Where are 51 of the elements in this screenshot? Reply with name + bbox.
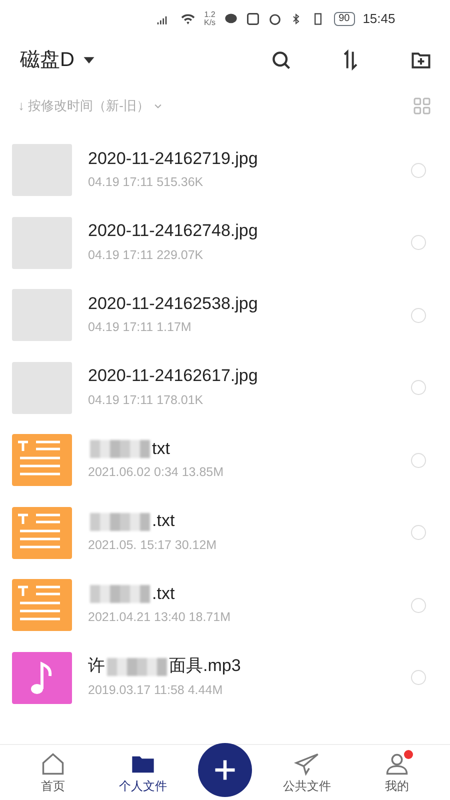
file-details: 04.19 17:11 1.17M: [88, 319, 192, 336]
file-details: 04.19 17:11 515.36K: [88, 174, 204, 192]
text-file-icon: [12, 579, 72, 632]
search-icon[interactable]: [270, 49, 292, 71]
nav-tab[interactable]: 公共文件: [272, 750, 342, 794]
file-name[interactable]: .txt: [88, 584, 395, 604]
speed-unit: K/s: [204, 19, 216, 27]
select-radio[interactable]: [411, 598, 426, 613]
file-name[interactable]: 2020-11-24162748.jpg: [88, 221, 395, 242]
file-details: 04.19 17:11 178.01K: [88, 392, 204, 409]
file-name[interactable]: 许 面具.mp3: [88, 656, 395, 677]
file-details: 2021.04.21 13:40 18.71M: [88, 609, 232, 626]
alarm-icon: [268, 12, 282, 26]
select-radio[interactable]: [411, 525, 426, 540]
select-radio[interactable]: [411, 670, 426, 686]
clock: 15:45: [362, 10, 396, 28]
file-details: 04.19 17:11 229.07K: [88, 246, 204, 264]
select-radio[interactable]: [411, 380, 426, 396]
paper-plane-icon: [294, 750, 320, 776]
nav-tab[interactable]: 个人文件: [108, 750, 178, 794]
text-file-icon: [12, 506, 72, 559]
select-radio[interactable]: [411, 308, 426, 323]
wifi-icon: [180, 11, 196, 27]
file-name[interactable]: 2020-11-24162538.jpg: [88, 294, 395, 314]
chat-icon: [224, 12, 238, 26]
home-icon: [40, 750, 66, 776]
nav-tab[interactable]: 首页: [18, 750, 88, 794]
file-name[interactable]: txt: [88, 438, 395, 460]
battery-level: 90: [334, 12, 355, 26]
image-thumbnail: [12, 216, 72, 269]
file-details: 2021.06.02 0:34 13.85M: [88, 464, 225, 482]
add-button[interactable]: [198, 742, 252, 796]
select-radio[interactable]: [411, 235, 426, 250]
file-name[interactable]: 2020-11-24162617.jpg: [88, 366, 395, 387]
image-thumbnail: [12, 144, 72, 196]
select-radio[interactable]: [411, 452, 426, 468]
file-name[interactable]: 2020-11-24162719.jpg: [88, 148, 395, 170]
text-file-icon: [12, 434, 72, 486]
grid-view-icon[interactable]: [412, 96, 432, 116]
select-radio[interactable]: [411, 162, 426, 178]
nav-tab[interactable]: 我的: [362, 750, 432, 794]
image-thumbnail: [12, 289, 72, 342]
nfc-icon: [246, 12, 260, 26]
file-details: 2021.05. 15:17 30.12M: [88, 536, 218, 554]
music-file-icon: [12, 652, 72, 704]
notification-dot: [404, 750, 413, 758]
image-thumbnail: [12, 362, 72, 414]
file-details: 2019.03.17 11:58 4.44M: [88, 682, 224, 699]
file-name[interactable]: .txt: [88, 511, 395, 532]
network-speed: 1.2: [204, 11, 216, 19]
folder-title[interactable]: 磁盘D: [20, 45, 74, 75]
